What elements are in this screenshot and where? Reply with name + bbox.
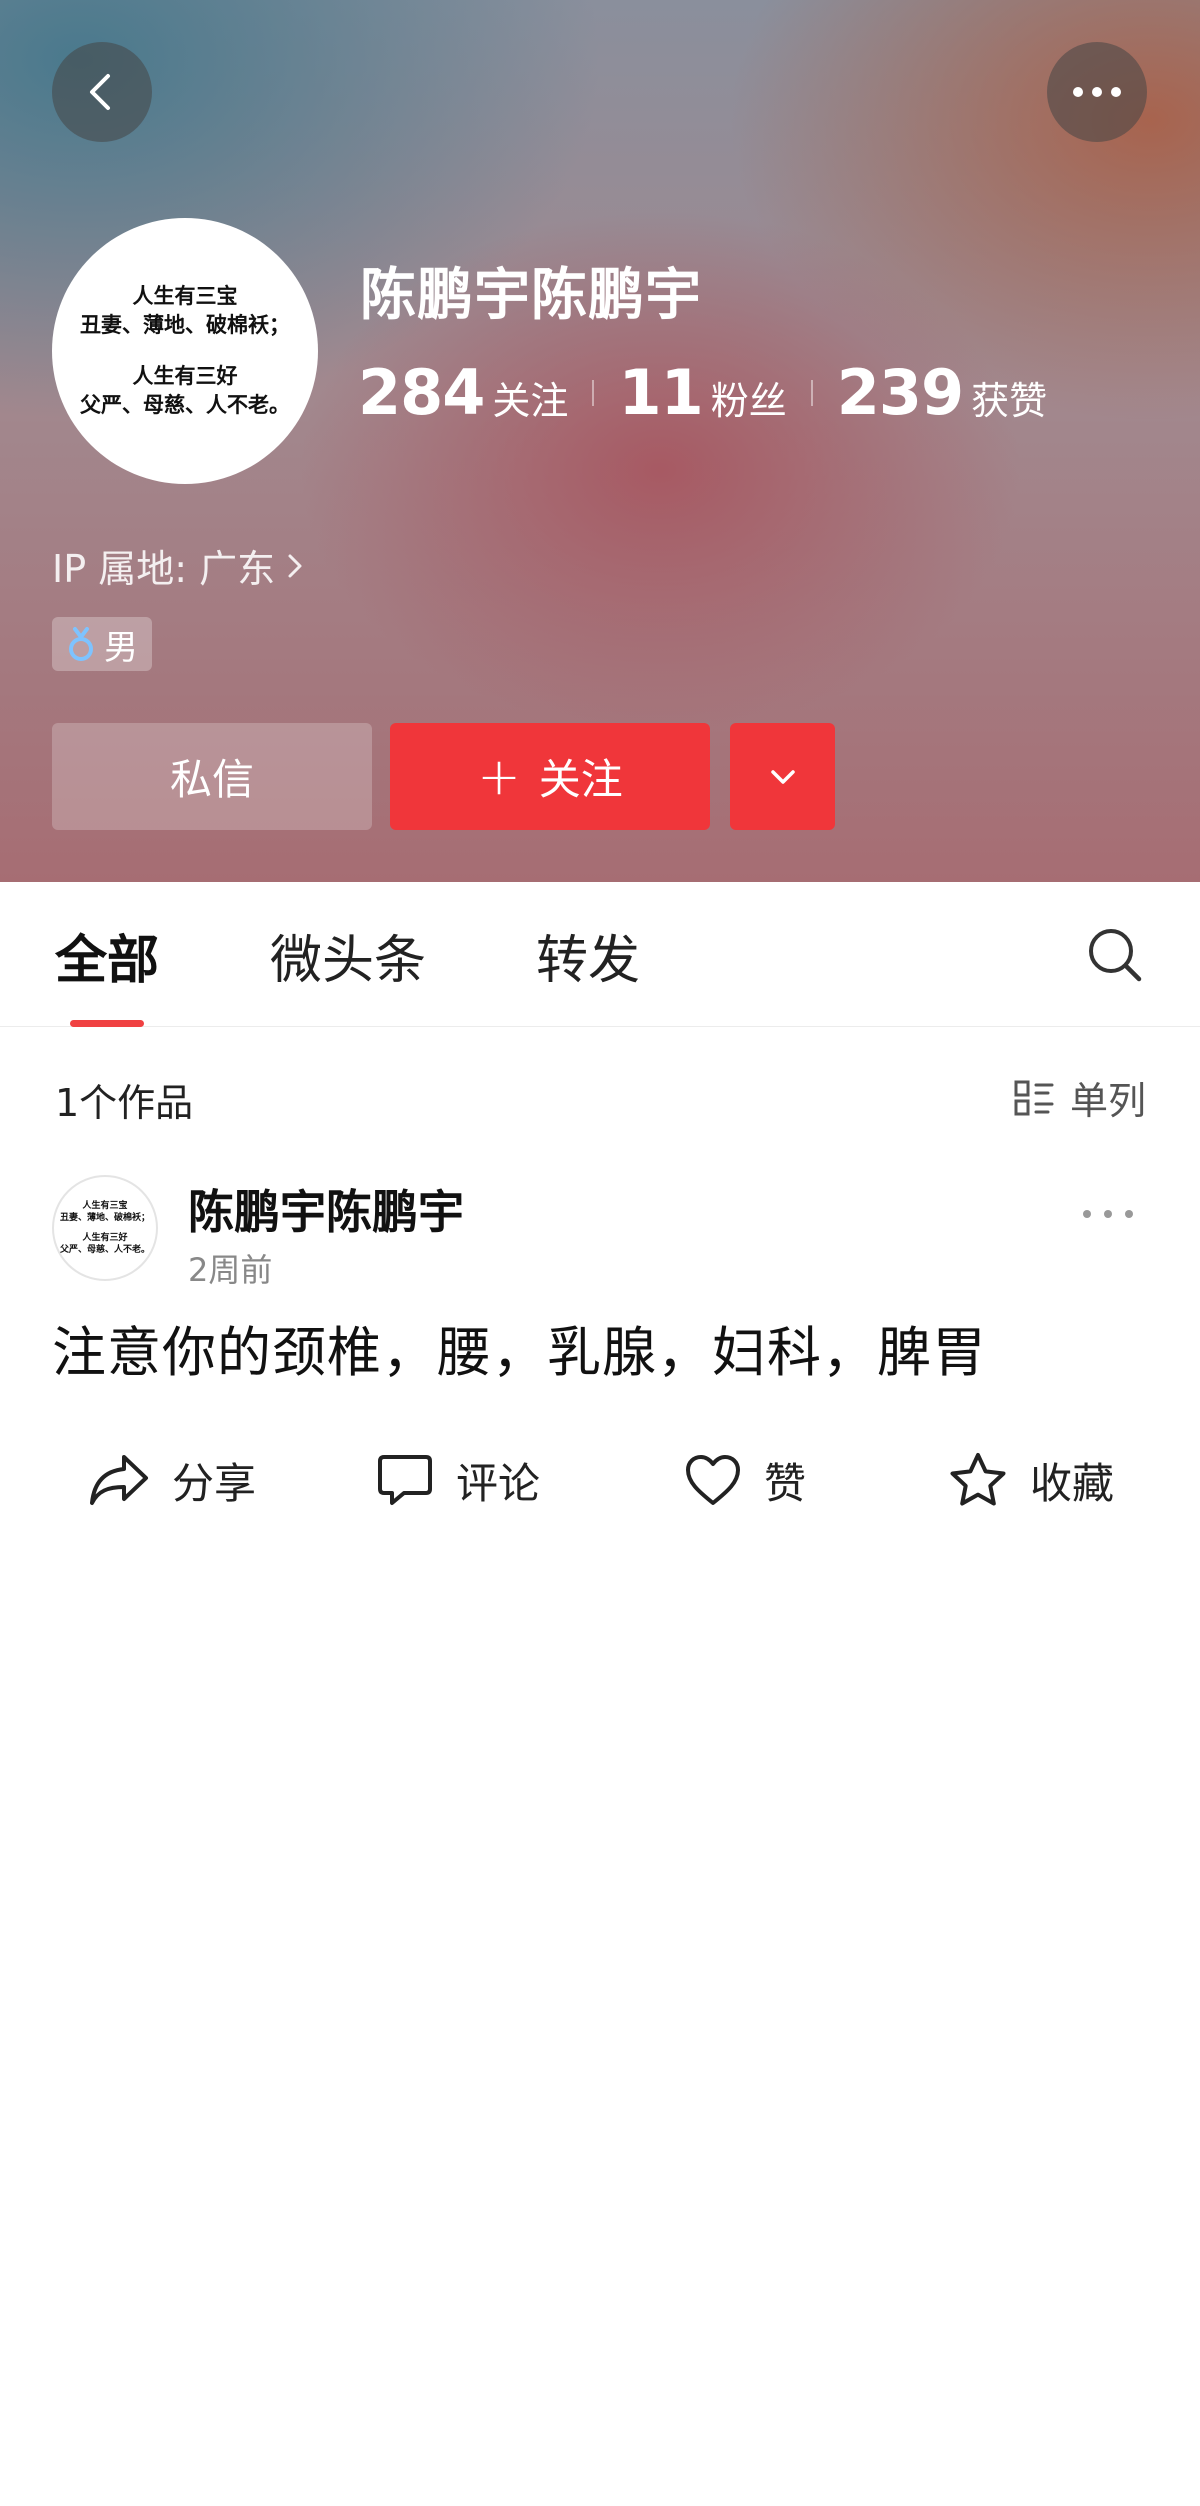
- post-author-name[interactable]: 陈鹏宇陈鹏宇: [188, 1176, 464, 1242]
- share-button[interactable]: 分享: [88, 1440, 256, 1520]
- avatar-text-line: 人生有三宝: [132, 284, 238, 308]
- heart-icon: [684, 1453, 764, 1507]
- post-actions: 分享 评论 赞 收藏: [0, 1440, 1200, 1520]
- avatar-text-line: 人生有三好: [132, 364, 238, 388]
- stat-divider: [592, 380, 595, 406]
- gender-tag: 男: [52, 617, 152, 671]
- post-content[interactable]: 注意你的颈椎，腰，乳腺，妇科，脾胃: [52, 1308, 987, 1387]
- message-button-label: 私信: [169, 755, 254, 804]
- avatar-text-line: 父严、母慈、人不老。: [59, 1245, 150, 1255]
- male-icon: [66, 625, 96, 663]
- profile-stats: 284 关注 11 粉丝 239 获赞: [358, 358, 1047, 428]
- avatar-text-line: 丑妻、薄地、破棉袄；: [80, 313, 290, 337]
- comment-label: 评论: [456, 1458, 541, 1508]
- tab-micro-posts[interactable]: 微头条: [270, 918, 426, 993]
- stat-divider: [810, 380, 813, 406]
- chevron-down-icon: [768, 767, 798, 787]
- fans-count[interactable]: 11: [618, 358, 703, 428]
- share-label: 分享: [172, 1458, 257, 1508]
- view-mode-toggle[interactable]: 单列: [1014, 1070, 1146, 1125]
- profile-header: 人生有三宝 丑妻、薄地、破棉袄； 人生有三好 父严、母慈、人不老。 陈鹏宇陈鹏宇…: [0, 0, 1200, 882]
- plus-icon: +: [477, 746, 521, 807]
- likes-count: 239: [836, 356, 964, 429]
- following-count[interactable]: 284: [358, 358, 485, 428]
- view-mode-label: 单列: [1070, 1079, 1147, 1123]
- avatar-text-line: 父严、母慈、人不老。: [80, 393, 290, 417]
- tab-all[interactable]: 全部: [55, 918, 159, 993]
- avatar-text-line: 丑妻、薄地、破棉袄；: [59, 1213, 150, 1223]
- tab-reposts[interactable]: 转发: [536, 918, 640, 993]
- ip-location-row[interactable]: IP 属地: 广东: [52, 538, 305, 593]
- following-label[interactable]: 关注: [492, 370, 568, 425]
- like-label: 赞: [764, 1458, 807, 1508]
- avatar-text-line: 人生有三宝: [82, 1201, 128, 1211]
- chevron-right-icon: [275, 550, 305, 582]
- comment-icon: [376, 1453, 456, 1507]
- avatar-text-line: 人生有三好: [82, 1233, 128, 1243]
- follow-button-label: 关注: [538, 755, 623, 804]
- fans-label[interactable]: 粉丝: [711, 370, 787, 425]
- star-icon: [948, 1451, 1030, 1509]
- list-view-icon: [1014, 1079, 1070, 1117]
- message-button[interactable]: 私信: [52, 723, 372, 830]
- like-button[interactable]: 赞: [684, 1440, 806, 1520]
- likes-label: 获赞: [971, 379, 1048, 423]
- ip-location-text: IP 属地: 广东: [52, 547, 276, 591]
- content-tabs: 全部 微头条 转发: [0, 882, 1200, 1027]
- more-button[interactable]: [1047, 42, 1147, 142]
- post-timestamp: 2周前: [188, 1251, 273, 1289]
- back-button[interactable]: [52, 42, 152, 142]
- favorite-label: 收藏: [1030, 1458, 1115, 1508]
- follow-button[interactable]: + 关注: [390, 723, 710, 830]
- active-tab-indicator: [70, 1020, 144, 1027]
- chevron-left-icon: [80, 70, 124, 114]
- post-more-icon[interactable]: [1080, 1206, 1136, 1225]
- avatar[interactable]: 人生有三宝 丑妻、薄地、破棉袄； 人生有三好 父严、母慈、人不老。: [52, 218, 318, 484]
- profile-username: 陈鹏宇陈鹏宇: [360, 263, 702, 328]
- share-icon: [88, 1451, 172, 1509]
- gender-label: 男: [104, 627, 138, 668]
- recommend-dropdown-button[interactable]: [730, 723, 835, 830]
- search-icon[interactable]: [1085, 925, 1145, 989]
- more-horizontal-icon: [1071, 85, 1123, 99]
- post-author-avatar[interactable]: 人生有三宝 丑妻、薄地、破棉袄； 人生有三好 父严、母慈、人不老。: [52, 1175, 158, 1281]
- favorite-button[interactable]: 收藏: [948, 1440, 1114, 1520]
- comment-button[interactable]: 评论: [376, 1440, 540, 1520]
- works-count: 1个作品: [55, 1081, 194, 1125]
